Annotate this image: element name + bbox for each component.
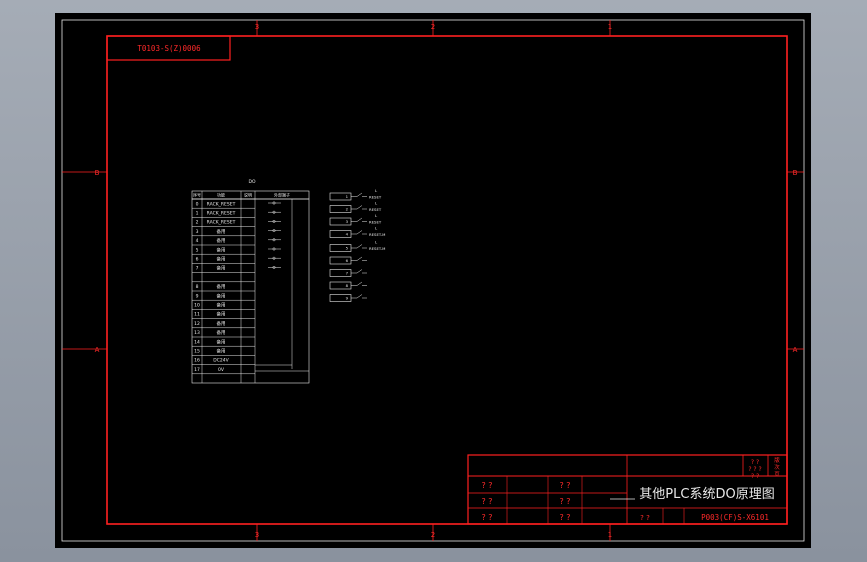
zone-col-top-3: 1: [608, 23, 612, 31]
relay-output: L: [375, 226, 378, 231]
io-row-number: 16: [194, 358, 200, 364]
io-row-number: 4: [196, 238, 199, 244]
relay-label: 7: [346, 271, 349, 276]
io-row-number: 5: [196, 247, 199, 253]
drawing-canvas: 3 2 1 3 2 1 B A B A T0103-S(Z)0006 DO 序号 功…: [61, 19, 805, 542]
io-row-function: 备用: [217, 256, 226, 263]
relay-label: 8: [346, 283, 349, 288]
relay-tag: RESET-M: [369, 246, 385, 251]
io-row-number: 2: [196, 220, 199, 226]
corner-label-3: ? ?: [751, 473, 759, 480]
relay-column: 1LRESET2LRESET3LRESET4LRESET-M5LRESET-M6…: [329, 188, 385, 302]
io-row-function: 备用: [217, 320, 226, 327]
io-row-number: 13: [194, 330, 200, 336]
io-row-number: 9: [196, 293, 199, 299]
zone-col-top-1: 3: [255, 23, 259, 31]
io-table-title: DO: [248, 179, 255, 185]
relay-output: L: [375, 201, 378, 206]
relay-tag: RESET: [369, 220, 382, 225]
io-row-function: 备用: [217, 338, 226, 345]
zone-row-right-b: B: [793, 169, 798, 177]
block-mark-1: ? ?: [481, 481, 492, 490]
drawing-title: 其他PLC系统DO原理图: [639, 487, 774, 502]
io-row-number: 0: [196, 201, 199, 207]
relay-output: L: [375, 188, 378, 193]
code-tab-text: T0103-S(Z)0006: [137, 44, 201, 53]
io-table-header: 功能: [217, 192, 225, 198]
relay-label: 4: [346, 232, 349, 237]
io-row-number: 17: [194, 367, 200, 373]
relay-tag: RESET-M: [369, 232, 385, 237]
io-table-header: 说明: [244, 192, 252, 198]
io-row-function: 备用: [217, 329, 226, 336]
io-row-function: DC24V: [213, 358, 229, 364]
relay-label: 2: [346, 207, 349, 212]
block-mark-4: ? ?: [559, 481, 570, 490]
io-row-function: 备用: [217, 292, 226, 299]
io-row-function: 备用: [217, 246, 226, 253]
relay-tag: RESET: [369, 207, 382, 212]
relay-label: 5: [346, 246, 349, 251]
io-row-number: 7: [196, 266, 199, 272]
zone-ticks: [62, 20, 804, 541]
zone-col-top-2: 2: [431, 23, 435, 31]
block-mark-6: ? ?: [559, 513, 570, 522]
io-row-function: 备用: [217, 311, 226, 318]
relay-label: 3: [346, 219, 349, 224]
block-mark-5: ? ?: [559, 497, 570, 506]
zone-col-bottom-3: 1: [608, 531, 612, 539]
drawing-number: P003(CF)S-X6101: [701, 513, 769, 522]
zone-col-bottom-2: 2: [431, 531, 435, 539]
io-row-function: 备用: [217, 237, 226, 244]
io-row-function: 0V: [218, 367, 225, 373]
corner-side-3: 页: [774, 471, 780, 478]
io-row-function: 备用: [217, 283, 226, 290]
io-row-function: RACK_RESET: [207, 211, 236, 217]
io-row-number: 3: [196, 229, 199, 235]
io-table-header: 序号: [193, 192, 201, 198]
zone-row-left-b: B: [95, 169, 100, 177]
relay-label: 1: [346, 194, 349, 199]
relay-tag: RESET: [369, 195, 382, 200]
block-mark-7: ? ?: [640, 514, 650, 522]
zone-row-left-a: A: [95, 346, 100, 354]
corner-label-1: ? ?: [751, 459, 759, 466]
io-row-number: 1: [196, 211, 199, 217]
io-row-number: 15: [194, 349, 200, 355]
relay-output: L: [375, 240, 378, 245]
io-row-number: 8: [196, 284, 199, 290]
relay-label: 9: [346, 296, 349, 301]
relay-output: L: [375, 213, 378, 218]
corner-label-2: ? ? ?: [748, 466, 761, 473]
io-row-function: RACK_RESET: [207, 201, 236, 207]
corner-side-1: 版: [774, 456, 780, 464]
io-row-function: 备用: [217, 228, 226, 235]
block-mark-3: ? ?: [481, 513, 492, 522]
io-row-number: 14: [194, 339, 200, 345]
outer-frame: [61, 19, 805, 542]
io-row-function: 备用: [217, 348, 226, 355]
io-row-function: RACK_RESET: [207, 220, 236, 226]
io-table: DO 序号 功能 说明 外部端子 0 RACK_RESET 1 RACK_RESET 2 RACK_…: [191, 179, 310, 384]
drawing-border: [106, 35, 788, 525]
io-row-number: 11: [194, 312, 200, 318]
block-mark-2: ? ?: [481, 497, 492, 506]
relay-label: 6: [346, 258, 349, 263]
io-row-number: 10: [194, 303, 200, 309]
zone-row-right-a: A: [793, 346, 798, 354]
io-row-function: 备用: [217, 302, 226, 309]
io-table-header: 外部端子: [274, 192, 290, 198]
cad-viewport[interactable]: 3 2 1 3 2 1 B A B A T0103-S(Z)0006 DO 序号 功…: [55, 13, 811, 548]
zone-col-bottom-1: 3: [255, 531, 259, 539]
io-row-function: 备用: [217, 265, 226, 272]
io-row-number: 6: [196, 257, 199, 263]
io-row-number: 12: [194, 321, 200, 327]
corner-side-2: 次: [774, 463, 780, 471]
